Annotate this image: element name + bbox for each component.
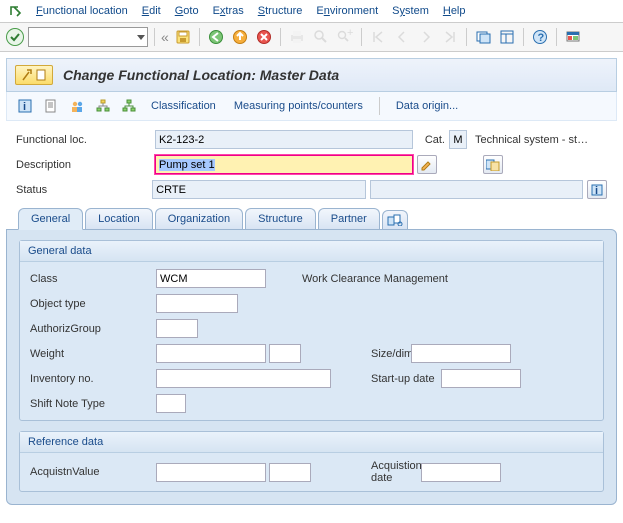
tab-partner[interactable]: Partner — [318, 208, 380, 229]
menu-goto[interactable]: Goto — [175, 5, 199, 17]
status-value: CRTE — [152, 180, 366, 199]
acquistn-value-label: AcquistnValue — [30, 466, 156, 478]
measuring-points-button[interactable]: Measuring points/counters — [230, 100, 367, 112]
functional-loc-label: Functional loc. — [16, 134, 151, 146]
customize-button[interactable] — [563, 27, 583, 47]
authoriz-group-input[interactable] — [156, 319, 198, 338]
inventory-no-input[interactable] — [156, 369, 331, 388]
partner-icon[interactable] — [69, 98, 85, 114]
enter-button[interactable] — [6, 28, 24, 46]
menu-extras[interactable]: Extras — [213, 5, 244, 17]
menu-app-icon[interactable] — [8, 4, 22, 18]
layout-button[interactable] — [497, 27, 517, 47]
cat-text: Technical system - st… — [471, 134, 588, 146]
classification-button[interactable]: Classification — [147, 100, 220, 112]
find-button — [311, 27, 331, 47]
tab-structure[interactable]: Structure — [245, 208, 316, 229]
class-text: Work Clearance Management — [266, 273, 448, 285]
shift-note-type-label: Shift Note Type — [30, 398, 156, 410]
multi-lang-button[interactable] — [483, 155, 503, 174]
startup-date-input[interactable] — [441, 369, 521, 388]
group-general-data: General data Class WCM Work Clearance Ma… — [19, 240, 604, 421]
wizard-button[interactable] — [15, 65, 53, 85]
svg-text:+: + — [347, 29, 353, 39]
svg-text:i: i — [595, 185, 598, 196]
class-label: Class — [30, 273, 156, 285]
last-page-button — [440, 27, 460, 47]
functional-loc-value: K2-123-2 — [155, 130, 413, 149]
exit-button[interactable] — [230, 27, 250, 47]
collapse-icon[interactable]: « — [161, 29, 169, 45]
menu-edit[interactable]: Edit — [142, 5, 161, 17]
long-text-button[interactable] — [417, 155, 437, 174]
startup-date-label: Start-up date — [331, 373, 441, 385]
structure-icon[interactable] — [121, 98, 137, 114]
weight-input[interactable] — [156, 344, 266, 363]
acquisition-date-label: Acquistion date — [311, 460, 421, 484]
print-button — [287, 27, 307, 47]
cat-label: Cat. — [417, 134, 445, 146]
tab-location[interactable]: Location — [85, 208, 153, 229]
class-input[interactable]: WCM — [156, 269, 266, 288]
user-status-value — [370, 180, 584, 199]
status-label: Status — [16, 184, 148, 196]
description-label: Description — [16, 159, 151, 171]
prev-page-button — [392, 27, 412, 47]
hierarchy-icon[interactable] — [95, 98, 111, 114]
data-origin-button[interactable]: Data origin... — [392, 100, 462, 112]
authoriz-group-label: AuthorizGroup — [30, 323, 156, 335]
tab-more[interactable] — [382, 210, 408, 229]
description-input[interactable]: Pump set 1 — [155, 155, 413, 174]
first-page-button — [368, 27, 388, 47]
weight-unit-input[interactable] — [269, 344, 301, 363]
svg-text:i: i — [23, 101, 26, 113]
acquisition-date-input[interactable] — [421, 463, 501, 482]
object-type-input[interactable] — [156, 294, 238, 313]
group-title-reference-data: Reference data — [20, 432, 603, 453]
menu-system[interactable]: System — [392, 5, 429, 17]
svg-text:?: ? — [537, 32, 544, 44]
size-label: Size/dimension — [301, 348, 411, 360]
acquistn-value-input[interactable] — [156, 463, 266, 482]
inventory-no-label: Inventory no. — [30, 373, 156, 385]
find-next-button: + — [335, 27, 355, 47]
size-input[interactable] — [411, 344, 511, 363]
info-icon[interactable]: i — [17, 98, 33, 114]
cancel-button[interactable] — [254, 27, 274, 47]
status-detail-button[interactable]: i — [587, 180, 607, 199]
tab-body-general: General data Class WCM Work Clearance Ma… — [6, 229, 617, 505]
menu-functional-location[interactable]: Functional location — [36, 5, 128, 17]
acquistn-currency-input[interactable] — [269, 463, 311, 482]
menu-help[interactable]: Help — [443, 5, 466, 17]
group-title-general-data: General data — [20, 241, 603, 262]
weight-label: Weight — [30, 348, 156, 360]
save-button[interactable] — [173, 27, 193, 47]
tab-general[interactable]: General — [18, 208, 83, 230]
menu-environment[interactable]: Environment — [316, 5, 378, 17]
shift-note-type-input[interactable] — [156, 394, 186, 413]
tab-organization[interactable]: Organization — [155, 208, 243, 229]
back-button[interactable] — [206, 27, 226, 47]
cat-value: M — [449, 130, 467, 149]
group-reference-data: Reference data AcquistnValue Acquistion … — [19, 431, 604, 492]
object-type-label: Object type — [30, 298, 156, 310]
menu-structure[interactable]: Structure — [258, 5, 303, 17]
document-icon[interactable] — [43, 98, 59, 114]
help-button[interactable]: ? — [530, 27, 550, 47]
page-title: Change Functional Location: Master Data — [63, 67, 339, 83]
chevron-down-icon — [137, 35, 145, 40]
command-field[interactable] — [28, 27, 148, 47]
new-session-button[interactable] — [473, 27, 493, 47]
next-page-button — [416, 27, 436, 47]
